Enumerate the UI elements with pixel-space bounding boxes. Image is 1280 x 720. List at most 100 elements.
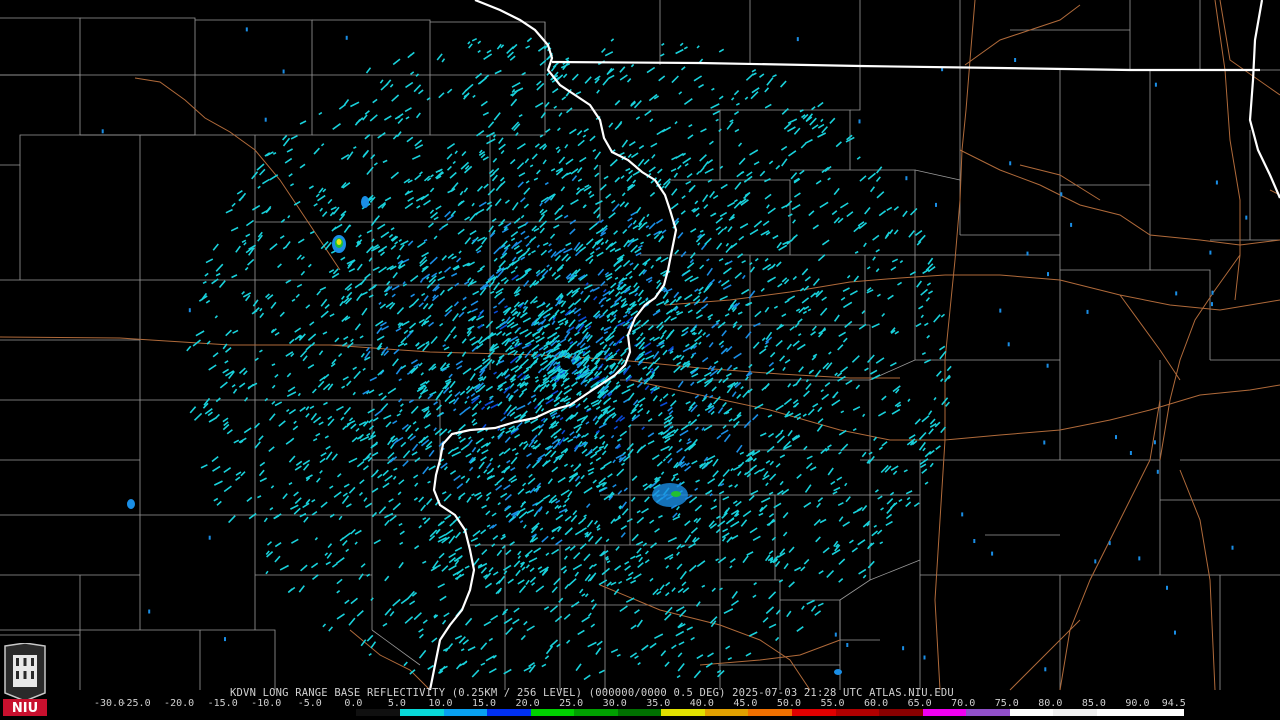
- radar-site-marker: [560, 358, 572, 370]
- color-scale-segment: [574, 709, 618, 716]
- niu-logo: NIU: [3, 642, 47, 716]
- echo-gate: [796, 37, 799, 42]
- echo-gate: [208, 535, 211, 540]
- echo-gate: [282, 69, 285, 74]
- color-scale-segment: [792, 709, 836, 716]
- echo-gate: [961, 512, 964, 517]
- echo-gate: [923, 655, 926, 660]
- echo-cell: [336, 239, 342, 245]
- color-scale-segment: [443, 709, 488, 716]
- color-scale-segment: [487, 709, 531, 716]
- echo-cell: [652, 483, 688, 507]
- color-scale-segment: [1053, 709, 1097, 716]
- color-scale-segment: [182, 709, 226, 716]
- echo-gate: [1026, 251, 1029, 256]
- color-scale-segment: [922, 709, 967, 716]
- color-scale-segment: [312, 709, 357, 716]
- color-scale-segment: [1140, 709, 1185, 716]
- echo-gate: [1044, 667, 1047, 672]
- echo-gate: [858, 119, 861, 124]
- echo-gate: [1138, 556, 1141, 561]
- scale-tick-label: 10.0: [428, 698, 453, 709]
- color-scale-labels: -30.0 -25.0 -20.0 -15.0 -10.0 -5.0 0.0 5.0 10.0 1…: [94, 699, 1194, 709]
- echo-gate: [999, 308, 1002, 313]
- echo-cell: [361, 196, 369, 208]
- scale-tick-label: 5.0: [387, 698, 406, 709]
- echo-cell: [834, 669, 842, 675]
- color-scale-segment: [225, 709, 270, 716]
- echo-gate: [846, 643, 849, 647]
- echo-gate: [101, 129, 104, 134]
- scale-tick-label: 80.0: [1038, 698, 1063, 709]
- color-scale-segment: [269, 709, 313, 716]
- echo-gate: [345, 35, 348, 40]
- scale-tick-label: -10.0: [251, 698, 282, 709]
- echo-cell: [127, 499, 135, 509]
- echo-gate: [1156, 469, 1159, 474]
- color-scale-segment: [1096, 709, 1141, 716]
- echo-gate: [1209, 250, 1212, 255]
- color-scale-segment: [1009, 709, 1054, 716]
- echo-gate: [1046, 363, 1049, 368]
- echo-gate: [1154, 82, 1157, 87]
- echo-gate: [973, 539, 976, 543]
- echo-gate: [1174, 630, 1176, 635]
- echo-gate: [1009, 161, 1012, 166]
- color-scale-segment: [399, 709, 444, 716]
- niu-logo-text: NIU: [12, 701, 38, 716]
- echo-gate: [935, 202, 937, 207]
- scale-tick-label: 0.0: [344, 698, 363, 709]
- scale-tick-label: 15.0: [471, 698, 497, 709]
- echo-gate: [1215, 180, 1218, 185]
- scale-tick-label: 55.0: [820, 698, 845, 709]
- echo-gate: [1211, 290, 1214, 295]
- color-scale-segment: [704, 709, 749, 716]
- scale-tick-label: 60.0: [864, 698, 889, 709]
- echo-gate: [1007, 342, 1010, 347]
- scale-tick-label: -25.0: [120, 698, 151, 709]
- color-scale-segment: [835, 709, 880, 716]
- scale-tick-label: 35.0: [646, 698, 671, 709]
- scale-tick-label: -5.0: [297, 698, 322, 709]
- echo-gate: [902, 646, 905, 651]
- echo-gate: [1211, 302, 1213, 307]
- echo-gate: [905, 176, 908, 181]
- scale-tick-label: 75.0: [994, 698, 1019, 709]
- color-scale-segment: [879, 709, 923, 716]
- scale-tick-label: 50.0: [776, 698, 801, 709]
- echo-cell: [671, 491, 681, 497]
- scale-tick-label: 70.0: [951, 698, 976, 709]
- product-title: KDVN LONG RANGE BASE REFLECTIVITY (0.25K…: [230, 687, 954, 699]
- radar-map: [0, 0, 1280, 720]
- echo-gate: [1175, 291, 1178, 296]
- color-scale-segment: [617, 709, 662, 716]
- echo-gate: [834, 632, 837, 637]
- echo-gate: [188, 308, 191, 313]
- echo-gate: [1231, 545, 1234, 550]
- scale-tick-label: -20.0: [164, 698, 195, 709]
- echo-gate: [148, 609, 151, 614]
- scale-tick-label: 85.0: [1081, 698, 1106, 709]
- echo-gate: [1153, 440, 1156, 445]
- color-scale-segment: [95, 709, 139, 716]
- echo-gate: [264, 117, 267, 122]
- scale-tick-label: 94.5: [1161, 698, 1186, 709]
- echo-gate: [1043, 440, 1046, 445]
- scale-tick-label: 65.0: [907, 698, 932, 709]
- echo-gate: [1115, 435, 1117, 440]
- echo-gate: [991, 551, 994, 556]
- color-scale-segment: [138, 709, 183, 716]
- echo-gate: [1129, 451, 1132, 455]
- color-scale-bar: [95, 709, 1185, 716]
- echo-gate: [1047, 272, 1049, 277]
- color-scale-segment: [530, 709, 575, 716]
- echo-gate: [245, 27, 248, 32]
- radar-map-view: NIU KDVN LONG RANGE BASE REFLECTIVITY (0…: [0, 0, 1280, 720]
- echo-gate: [1070, 222, 1073, 227]
- echo-gate: [1245, 215, 1248, 220]
- scale-tick-label: 90.0: [1125, 698, 1150, 709]
- color-scale-segment: [661, 709, 705, 716]
- echo-gate: [224, 637, 226, 642]
- echo-gate: [1108, 541, 1111, 546]
- scale-tick-label: 20.0: [515, 698, 540, 709]
